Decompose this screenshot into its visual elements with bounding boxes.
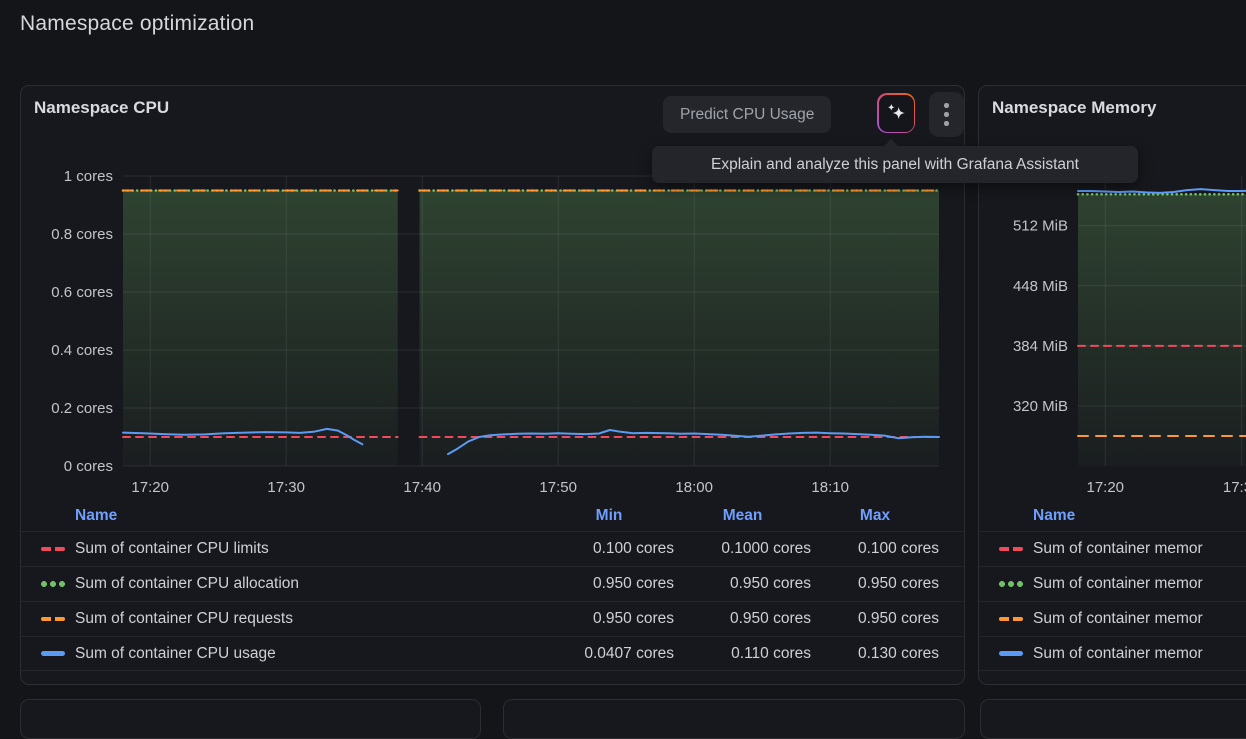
series-marker-allocation xyxy=(999,581,1023,587)
svg-text:18:00: 18:00 xyxy=(675,479,713,496)
value-min: 0.950 cores xyxy=(544,610,674,628)
series-marker-requests xyxy=(41,617,65,622)
memory-legend-table: Name Sum of container memor Sum of conta… xyxy=(979,501,1246,671)
svg-text:0.2 cores: 0.2 cores xyxy=(51,400,113,417)
partial-panel-bottom-left xyxy=(20,699,481,739)
cpu-legend-header-row: Name Min Mean Max xyxy=(21,501,964,531)
legend-header-min[interactable]: Min xyxy=(544,507,674,525)
series-name[interactable]: Sum of container memor xyxy=(1033,540,1246,558)
value-min: 0.100 cores xyxy=(544,540,674,558)
series-marker-limits xyxy=(41,547,65,552)
svg-text:0 cores: 0 cores xyxy=(64,458,113,475)
legend-header-name[interactable]: Name xyxy=(75,507,544,525)
svg-text:448 MiB: 448 MiB xyxy=(1013,278,1068,295)
legend-row-cpu-usage: Sum of container CPU usage 0.0407 cores … xyxy=(21,636,964,671)
series-name-allocation[interactable]: Sum of container CPU allocation xyxy=(75,575,544,593)
svg-text:0.4 cores: 0.4 cores xyxy=(51,342,113,359)
value-mean: 0.950 cores xyxy=(674,610,811,628)
legend-row-cpu-allocation: Sum of container CPU allocation 0.950 co… xyxy=(21,566,964,601)
svg-text:320 MiB: 320 MiB xyxy=(1013,398,1068,415)
svg-text:17:40: 17:40 xyxy=(403,479,441,496)
svg-text:17:20: 17:20 xyxy=(1086,479,1124,496)
value-mean: 0.1000 cores xyxy=(674,540,811,558)
svg-text:0.6 cores: 0.6 cores xyxy=(51,284,113,301)
series-marker-allocation xyxy=(41,581,65,587)
series-marker-usage xyxy=(41,651,65,656)
cpu-legend-table: Name Min Mean Max Sum of container CPU l… xyxy=(21,501,964,671)
legend-row-cpu-requests: Sum of container CPU requests 0.950 core… xyxy=(21,601,964,636)
series-name-requests[interactable]: Sum of container CPU requests xyxy=(75,610,544,628)
value-min: 0.950 cores xyxy=(544,575,674,593)
svg-text:512 MiB: 512 MiB xyxy=(1013,218,1068,235)
svg-text:17:30: 17:30 xyxy=(1223,479,1246,496)
legend-row-memory-requests: Sum of container memor xyxy=(979,601,1246,636)
memory-legend-header-row: Name xyxy=(979,501,1246,531)
legend-row-cpu-limits: Sum of container CPU limits 0.100 cores … xyxy=(21,531,964,566)
value-max: 0.130 cores xyxy=(811,645,939,663)
assistant-tooltip: Explain and analyze this panel with Graf… xyxy=(652,146,1138,183)
svg-text:18:10: 18:10 xyxy=(811,479,849,496)
page-title: Namespace optimization xyxy=(20,12,254,36)
value-mean: 0.950 cores xyxy=(674,575,811,593)
series-name[interactable]: Sum of container memor xyxy=(1033,575,1246,593)
legend-row-memory-allocation: Sum of container memor xyxy=(979,566,1246,601)
legend-row-memory-limits: Sum of container memor xyxy=(979,531,1246,566)
value-max: 0.100 cores xyxy=(811,540,939,558)
value-min: 0.0407 cores xyxy=(544,645,674,663)
legend-header-name[interactable]: Name xyxy=(1033,507,1246,525)
svg-text:17:30: 17:30 xyxy=(267,479,305,496)
series-marker-requests xyxy=(999,617,1023,622)
svg-text:17:20: 17:20 xyxy=(131,479,169,496)
legend-header-max[interactable]: Max xyxy=(811,507,939,525)
legend-header-mean[interactable]: Mean xyxy=(674,507,811,525)
series-name-limits[interactable]: Sum of container CPU limits xyxy=(75,540,544,558)
tooltip-arrow xyxy=(883,139,899,147)
value-mean: 0.110 cores xyxy=(674,645,811,663)
series-name-usage[interactable]: Sum of container CPU usage xyxy=(75,645,544,663)
series-marker-limits xyxy=(999,547,1023,552)
svg-text:384 MiB: 384 MiB xyxy=(1013,338,1068,355)
svg-text:17:50: 17:50 xyxy=(539,479,577,496)
partial-panel-bottom-middle xyxy=(503,699,965,739)
svg-text:1 cores: 1 cores xyxy=(64,168,113,185)
series-name[interactable]: Sum of container memor xyxy=(1033,645,1246,663)
value-max: 0.950 cores xyxy=(811,575,939,593)
tooltip-text: Explain and analyze this panel with Graf… xyxy=(711,156,1079,174)
series-name[interactable]: Sum of container memor xyxy=(1033,610,1246,628)
partial-panel-bottom-right xyxy=(980,699,1246,739)
svg-text:0.8 cores: 0.8 cores xyxy=(51,226,113,243)
value-max: 0.950 cores xyxy=(811,610,939,628)
series-marker-usage xyxy=(999,651,1023,656)
legend-row-memory-usage: Sum of container memor xyxy=(979,636,1246,671)
